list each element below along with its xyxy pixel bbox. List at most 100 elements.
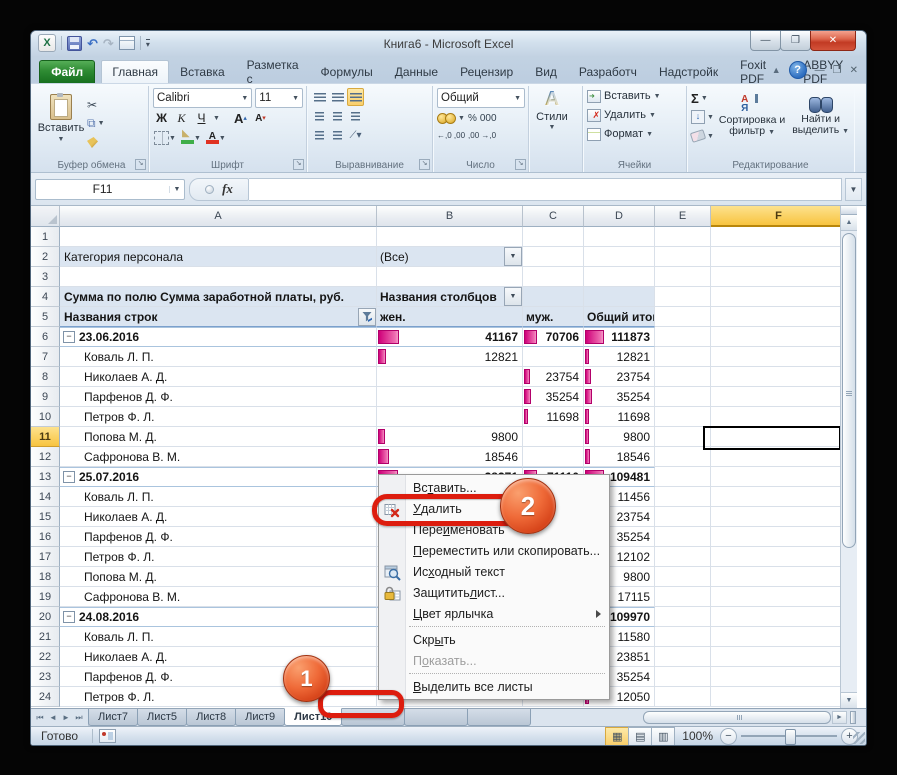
page-break-view-button[interactable]: ▥ bbox=[651, 727, 675, 746]
ribbon-tab-Главная[interactable]: Главная bbox=[101, 60, 169, 83]
format-painter-button[interactable] bbox=[87, 135, 105, 151]
sheet-tab-Лист9[interactable]: Лист9 bbox=[235, 709, 285, 726]
cell-A22[interactable]: Николаев А. Д. bbox=[60, 647, 377, 667]
dialog-launcher-icon[interactable]: ↘ bbox=[293, 159, 304, 170]
cell-E24[interactable] bbox=[655, 687, 711, 707]
cell-A19[interactable]: Сафронова В. М. bbox=[60, 587, 377, 607]
dialog-launcher-icon[interactable]: ↘ bbox=[135, 159, 146, 170]
copy-button[interactable]: ⧉▼ bbox=[87, 116, 105, 132]
pivot-filter-dropdown-icon[interactable]: ▼ bbox=[504, 287, 522, 306]
page-layout-view-button[interactable]: ▤ bbox=[628, 727, 652, 746]
cell-D1[interactable] bbox=[584, 227, 655, 247]
cell-B4[interactable]: Названия столбцов▼ bbox=[377, 287, 523, 307]
ribbon-tab-Надстройк[interactable]: Надстройк bbox=[648, 60, 729, 83]
cell-A11[interactable]: Попова М. Д. bbox=[60, 427, 377, 447]
cell-C7[interactable] bbox=[523, 347, 584, 367]
ribbon-tab-Данные[interactable]: Данные bbox=[384, 60, 449, 83]
cell-E19[interactable] bbox=[655, 587, 711, 607]
cell-E8[interactable] bbox=[655, 367, 711, 387]
cell-E18[interactable] bbox=[655, 567, 711, 587]
cell-F8[interactable] bbox=[711, 367, 840, 387]
cell-E9[interactable] bbox=[655, 387, 711, 407]
menu-item-переименовать[interactable]: Переименовать bbox=[379, 519, 609, 540]
fill-button[interactable]: ↓▼ bbox=[691, 109, 714, 125]
borders-button[interactable]: ▼ bbox=[153, 130, 177, 146]
cell-B2[interactable]: (Все)▼ bbox=[377, 247, 523, 267]
cell-C6[interactable]: 70706 bbox=[523, 327, 584, 347]
cell-F17[interactable] bbox=[711, 547, 840, 567]
menu-item-удалить[interactable]: Удалить bbox=[379, 498, 609, 519]
align-middle-button[interactable] bbox=[329, 88, 346, 106]
resize-grip[interactable] bbox=[853, 732, 865, 744]
align-top-button[interactable] bbox=[311, 88, 328, 106]
find-select-button[interactable]: Найти и выделить ▼ bbox=[790, 88, 851, 144]
cell-A9[interactable]: Парфенов Д. Ф. bbox=[60, 387, 377, 407]
cell-A5[interactable]: Названия строк bbox=[60, 307, 377, 327]
sheet-tab-hidden[interactable] bbox=[404, 709, 468, 726]
cell-A3[interactable] bbox=[60, 267, 377, 287]
horizontal-scrollbar[interactable]: ► bbox=[643, 711, 856, 724]
cell-F3[interactable] bbox=[711, 267, 840, 287]
thousands-button[interactable]: 000 bbox=[480, 113, 497, 124]
styles-button[interactable]: A Стили ▼ bbox=[533, 88, 571, 131]
cell-F23[interactable] bbox=[711, 667, 840, 687]
cell-E21[interactable] bbox=[655, 627, 711, 647]
column-header-E[interactable]: E bbox=[655, 206, 711, 227]
cell-A23[interactable]: Парфенов Д. Ф. bbox=[60, 667, 377, 687]
cell-D12[interactable]: 18546 bbox=[584, 447, 655, 467]
number-format-combo[interactable]: Общий▼ bbox=[437, 88, 525, 108]
sheet-tab-hidden[interactable] bbox=[341, 709, 405, 726]
sheet-tab-Лист5[interactable]: Лист5 bbox=[137, 709, 187, 726]
workbook-close-icon[interactable]: ✕ bbox=[850, 65, 858, 76]
menu-item-выделитьвселисты[interactable]: Выделить все листы bbox=[379, 676, 609, 697]
menu-item-исходныйтекст[interactable]: Исходный текст bbox=[379, 561, 609, 582]
row-header-11[interactable]: 11 bbox=[31, 427, 60, 447]
cell-A17[interactable]: Петров Ф. Л. bbox=[60, 547, 377, 567]
normal-view-button[interactable]: ▦ bbox=[605, 727, 629, 746]
cell-E13[interactable] bbox=[655, 467, 711, 487]
scroll-right-icon[interactable]: ► bbox=[832, 711, 847, 724]
column-header-B[interactable]: B bbox=[377, 206, 523, 227]
cell-D2[interactable] bbox=[584, 247, 655, 267]
dialog-launcher-icon[interactable]: ↘ bbox=[515, 159, 526, 170]
cell-E6[interactable] bbox=[655, 327, 711, 347]
cell-C5[interactable]: муж. bbox=[523, 307, 584, 327]
cell-B12[interactable]: 18546 bbox=[377, 447, 523, 467]
column-header-F[interactable]: F bbox=[711, 206, 840, 227]
sheet-tab-hidden[interactable] bbox=[467, 709, 531, 726]
cell-E14[interactable] bbox=[655, 487, 711, 507]
row-header-16[interactable]: 16 bbox=[31, 527, 60, 547]
cell-F7[interactable] bbox=[711, 347, 840, 367]
cell-D9[interactable]: 35254 bbox=[584, 387, 655, 407]
cell-F22[interactable] bbox=[711, 647, 840, 667]
cell-E20[interactable] bbox=[655, 607, 711, 627]
cell-F2[interactable] bbox=[711, 247, 840, 267]
decrease-decimal-button[interactable]: ,00 →,0 bbox=[468, 131, 496, 140]
cell-B6[interactable]: 41167 bbox=[377, 327, 523, 347]
row-header-18[interactable]: 18 bbox=[31, 567, 60, 587]
row-header-6[interactable]: 6 bbox=[31, 327, 60, 347]
cell-D8[interactable]: 23754 bbox=[584, 367, 655, 387]
cell-F24[interactable] bbox=[711, 687, 840, 707]
file-tab[interactable]: Файл bbox=[39, 60, 95, 83]
menu-item-вставить[interactable]: Вставить... bbox=[379, 477, 609, 498]
row-header-2[interactable]: 2 bbox=[31, 247, 60, 267]
cell-D11[interactable]: 9800 bbox=[584, 427, 655, 447]
select-all-corner[interactable] bbox=[31, 206, 60, 227]
cell-D5[interactable]: Общий итог bbox=[584, 307, 655, 327]
row-header-19[interactable]: 19 bbox=[31, 587, 60, 607]
row-header-15[interactable]: 15 bbox=[31, 507, 60, 527]
row-header-8[interactable]: 8 bbox=[31, 367, 60, 387]
help-icon[interactable]: ? bbox=[789, 61, 807, 79]
cell-F14[interactable] bbox=[711, 487, 840, 507]
record-macro-icon[interactable] bbox=[99, 729, 116, 743]
ribbon-tab-Вид[interactable]: Вид bbox=[524, 60, 568, 83]
cell-F6[interactable] bbox=[711, 327, 840, 347]
font-color-button[interactable]: А▼ bbox=[205, 130, 227, 146]
cell-A15[interactable]: Николаев А. Д. bbox=[60, 507, 377, 527]
align-bottom-button[interactable] bbox=[347, 88, 364, 106]
vscroll-thumb[interactable] bbox=[842, 233, 856, 548]
minimize-button[interactable]: — bbox=[750, 31, 781, 51]
row-header-24[interactable]: 24 bbox=[31, 687, 60, 707]
row-header-10[interactable]: 10 bbox=[31, 407, 60, 427]
